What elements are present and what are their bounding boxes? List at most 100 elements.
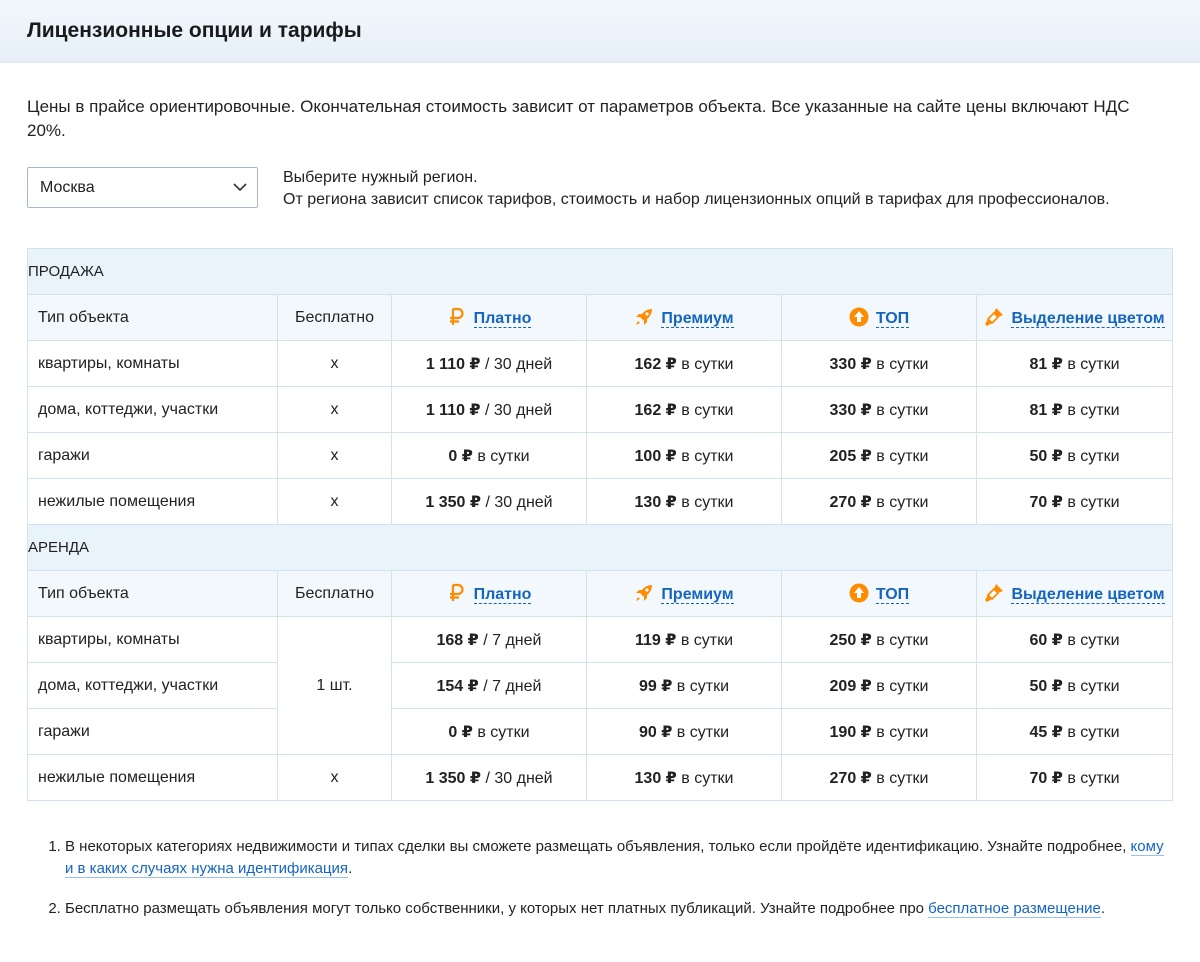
paid-price-cell: 154 ₽ / 7 дней — [391, 662, 587, 709]
top-option-link[interactable]: ТОП — [875, 586, 910, 604]
region-selector-row: Москва Выберите нужный регион. От регион… — [27, 167, 1110, 211]
price-unit: в сутки — [1067, 723, 1120, 741]
top-price-cell: 330 ₽ в сутки — [781, 386, 977, 433]
free-cell: x — [277, 754, 392, 801]
premium-price-cell: 99 ₽ в сутки — [586, 662, 782, 709]
price-amount: 1 350 ₽ — [425, 493, 482, 511]
top-option-link[interactable]: ТОП — [875, 310, 910, 328]
object-type-cell: нежилые помещения — [27, 754, 278, 801]
paid-price-cell: 168 ₽ / 7 дней — [391, 616, 587, 663]
object-type-cell: гаражи — [27, 708, 278, 755]
top-price-cell: 250 ₽ в сутки — [781, 616, 977, 663]
price-amount: 270 ₽ — [829, 493, 872, 511]
price-amount: 81 ₽ — [1029, 355, 1063, 373]
paid-price-cell: 1 110 ₽ / 30 дней — [391, 386, 587, 433]
premium-option-link[interactable]: Премиум — [661, 586, 734, 604]
column-type-header: Тип объекта — [27, 570, 278, 617]
price-amount: 70 ₽ — [1029, 493, 1063, 511]
price-unit: в сутки — [876, 769, 929, 787]
premium-price-cell: 130 ₽ в сутки — [586, 754, 782, 801]
price-amount: 270 ₽ — [829, 769, 872, 787]
price-unit: в сутки — [681, 769, 734, 787]
price-amount: 0 ₽ — [448, 723, 473, 741]
color-option-link[interactable]: Выделение цветом — [1011, 310, 1165, 328]
arrow-up-circle-icon — [849, 583, 869, 603]
table-row: нежилые помещения x 1 350 ₽ / 30 дней 130 ₽… — [27, 478, 1174, 525]
column-top-header[interactable]: ТОП — [781, 294, 977, 341]
column-color-header[interactable]: Выделение цветом — [975, 294, 1174, 341]
column-free-header: Бесплатно — [277, 570, 392, 617]
pricing-table: ПРОДАЖА Тип объекта Бесплатно Платно Премиум… — [26, 248, 1174, 801]
column-premium-header[interactable]: Премиум — [586, 294, 782, 341]
price-amount: 81 ₽ — [1029, 401, 1063, 419]
premium-price-cell: 100 ₽ в сутки — [586, 432, 782, 479]
price-amount: 162 ₽ — [634, 401, 677, 419]
price-unit: / 7 дней — [483, 631, 542, 649]
price-amount: 330 ₽ — [829, 401, 872, 419]
price-unit: в сутки — [477, 447, 530, 465]
price-unit: / 30 дней — [485, 493, 553, 511]
price-amount: 100 ₽ — [634, 447, 677, 465]
sale-section-header: ПРОДАЖА — [26, 248, 1174, 295]
column-free-header: Бесплатно — [277, 294, 392, 341]
premium-option-link[interactable]: Премиум — [661, 310, 734, 328]
object-type-cell: гаражи — [27, 432, 278, 479]
table-row: дома, коттеджи, участки x 1 110 ₽ / 30 дне… — [27, 386, 1174, 433]
paid-option-link[interactable]: Платно — [473, 310, 532, 328]
top-price-cell: 205 ₽ в сутки — [781, 432, 977, 479]
price-amount: 209 ₽ — [829, 677, 872, 695]
price-amount: 1 110 ₽ — [425, 355, 481, 373]
paid-price-cell: 1 350 ₽ / 30 дней — [391, 478, 587, 525]
page-title: Лицензионные опции и тарифы — [27, 19, 362, 42]
footnote-item: Бесплатно размещать объявления могут тол… — [65, 898, 1172, 920]
page-header: Лицензионные опции и тарифы — [0, 0, 1200, 63]
color-price-cell: 70 ₽ в сутки — [975, 754, 1174, 801]
price-unit: в сутки — [1067, 769, 1120, 787]
footnote-text: В некоторых категориях недвижимости и ти… — [65, 838, 1127, 855]
price-unit: в сутки — [876, 355, 929, 373]
free-placement-link[interactable]: бесплатное размещение — [928, 900, 1101, 918]
price-amount: 205 ₽ — [829, 447, 872, 465]
footnote-item: В некоторых категориях недвижимости и ти… — [65, 836, 1172, 880]
price-unit: / 7 дней — [483, 677, 542, 695]
price-unit: в сутки — [477, 723, 530, 741]
color-option-link[interactable]: Выделение цветом — [1011, 586, 1165, 604]
top-price-cell: 190 ₽ в сутки — [781, 708, 977, 755]
column-premium-header[interactable]: Премиум — [586, 570, 782, 617]
price-unit: в сутки — [1067, 493, 1120, 511]
column-paid-header[interactable]: Платно — [391, 294, 587, 341]
price-amount: 1 110 ₽ — [425, 401, 481, 419]
column-color-header[interactable]: Выделение цветом — [975, 570, 1174, 617]
table-row: гаражи 0 ₽ в сутки 90 ₽ в сутки 190 ₽ в сут… — [27, 708, 1174, 755]
region-hint-line2: От региона зависит список тарифов, стоим… — [283, 191, 1110, 208]
price-unit: / 30 дней — [485, 769, 553, 787]
price-amount: 119 ₽ — [634, 631, 677, 649]
price-amount: 90 ₽ — [638, 723, 673, 741]
table-row: квартиры, комнаты 1 шт. 168 ₽ / 7 дней 119 … — [27, 616, 1174, 755]
rent-section-title: АРЕНДА — [26, 524, 1174, 571]
column-paid-header[interactable]: Платно — [391, 570, 587, 617]
price-unit: в сутки — [1067, 447, 1120, 465]
paint-brush-icon — [984, 583, 1004, 603]
rent-section-header: АРЕНДА — [26, 524, 1174, 571]
price-unit: в сутки — [1067, 355, 1120, 373]
price-unit: в сутки — [876, 723, 929, 741]
premium-price-cell: 119 ₽ в сутки — [586, 616, 782, 663]
table-row: дома, коттеджи, участки 154 ₽ / 7 дней 99 … — [27, 662, 1174, 709]
column-top-header[interactable]: ТОП — [781, 570, 977, 617]
price-amount: 162 ₽ — [634, 355, 677, 373]
paid-price-cell: 1 110 ₽ / 30 дней — [391, 340, 587, 387]
rocket-icon — [634, 583, 654, 603]
arrow-up-circle-icon — [849, 307, 869, 327]
region-select[interactable]: Москва — [27, 167, 258, 208]
column-type-header: Тип объекта — [27, 294, 278, 341]
premium-price-cell: 162 ₽ в сутки — [586, 340, 782, 387]
price-unit: в сутки — [876, 401, 929, 419]
price-unit: в сутки — [876, 631, 929, 649]
price-amount: 0 ₽ — [448, 447, 473, 465]
price-unit: в сутки — [681, 401, 734, 419]
paid-option-link[interactable]: Платно — [473, 586, 532, 604]
price-amount: 70 ₽ — [1029, 769, 1063, 787]
footnote-suffix: . — [348, 860, 353, 877]
price-unit: в сутки — [876, 677, 929, 695]
